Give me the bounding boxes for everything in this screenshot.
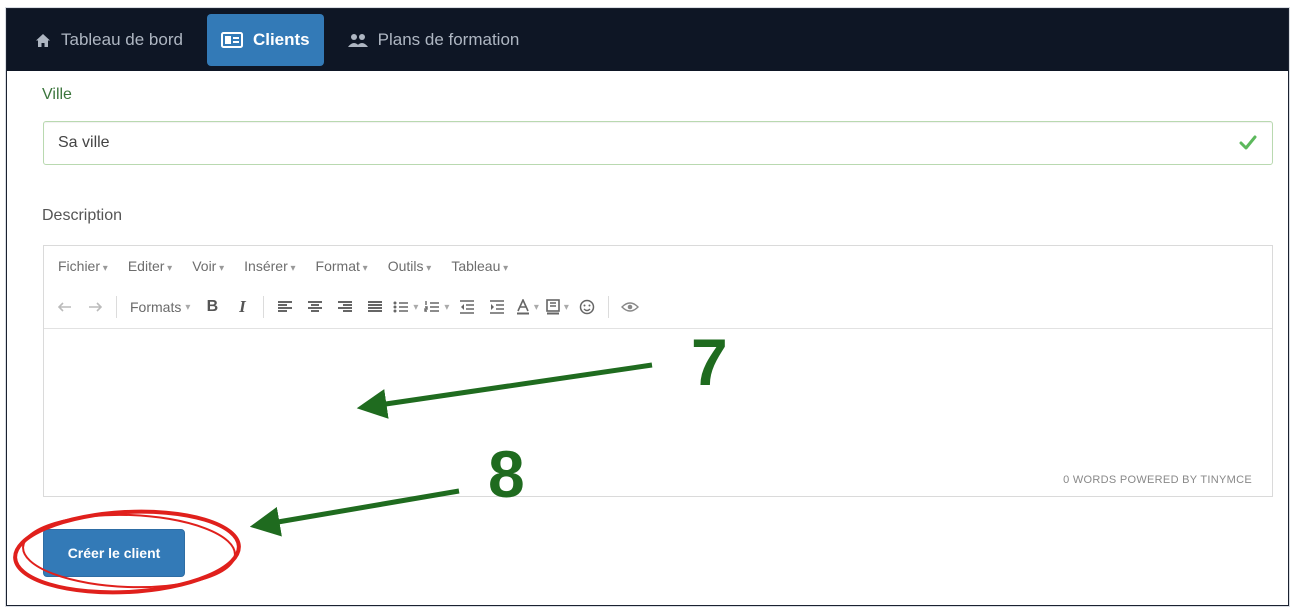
editor-menubar: Fichier Editer Voir Insérer Format Outil…	[44, 246, 1272, 286]
align-justify-button[interactable]	[363, 293, 387, 321]
numbered-list-button[interactable]	[424, 293, 449, 321]
annotation-step-8: 8	[488, 437, 525, 511]
nav-item-dashboard[interactable]: Tableau de bord	[21, 14, 197, 66]
text-color-icon	[516, 299, 529, 315]
smiley-icon	[580, 299, 595, 315]
menu-file[interactable]: Fichier	[48, 258, 118, 274]
nav-item-dashboard-label: Tableau de bord	[61, 30, 183, 49]
toolbar-separator	[116, 296, 117, 318]
align-right-icon	[338, 301, 353, 312]
menu-table[interactable]: Tableau	[441, 258, 518, 274]
id-card-icon	[220, 32, 243, 48]
indent-button[interactable]	[485, 293, 509, 321]
align-right-button[interactable]	[333, 293, 357, 321]
annotation-step-7: 7	[691, 325, 728, 399]
rich-text-editor: Fichier Editer Voir Insérer Format Outil…	[43, 245, 1273, 497]
align-left-button[interactable]	[273, 293, 297, 321]
align-center-icon	[308, 301, 323, 312]
bold-button[interactable]: B	[200, 293, 224, 321]
bullet-list-icon	[393, 301, 409, 313]
check-icon	[1239, 135, 1257, 150]
toolbar-separator	[608, 296, 610, 318]
create-client-button[interactable]: Créer le client	[43, 529, 185, 577]
nav-item-clients[interactable]: Clients	[206, 14, 324, 66]
italic-button[interactable]: I	[230, 293, 254, 321]
numbered-list-icon	[424, 301, 440, 312]
indent-icon	[490, 300, 505, 314]
menu-format[interactable]: Format	[306, 258, 378, 274]
menu-insert[interactable]: Insérer	[234, 258, 305, 274]
app-window: Tableau de bord Clients Plans de formati…	[6, 8, 1289, 606]
editor-toolbar: Formats B I	[44, 286, 1272, 329]
bullet-list-button[interactable]	[393, 293, 418, 321]
undo-button[interactable]	[53, 293, 77, 321]
redo-button[interactable]	[83, 293, 107, 321]
eye-icon	[621, 302, 640, 312]
menu-edit[interactable]: Editer	[118, 258, 182, 274]
menu-view[interactable]: Voir	[182, 258, 234, 274]
formats-dropdown[interactable]: Formats	[126, 293, 194, 321]
city-input[interactable]	[43, 121, 1273, 165]
emoticons-button[interactable]	[575, 293, 599, 321]
redo-icon	[89, 302, 102, 312]
outdent-button[interactable]	[455, 293, 479, 321]
background-color-icon	[546, 299, 560, 315]
description-label: Description	[42, 207, 123, 224]
menu-tools[interactable]: Outils	[378, 258, 442, 274]
top-navigation: Tableau de bord Clients Plans de formati…	[7, 9, 1288, 71]
background-color-button[interactable]	[545, 293, 569, 321]
home-icon	[36, 33, 50, 47]
editor-statusbar: 0 WORDS POWERED BY TINYMCE	[1063, 474, 1252, 486]
nav-item-training-plans-label: Plans de formation	[377, 30, 520, 49]
nav-item-training-plans[interactable]: Plans de formation	[334, 14, 534, 66]
toolbar-separator	[263, 296, 265, 318]
preview-button[interactable]	[618, 293, 642, 321]
editor-content-area[interactable]	[44, 330, 1272, 462]
align-left-icon	[278, 301, 293, 312]
city-label: Ville	[42, 86, 72, 103]
align-justify-icon	[368, 301, 383, 312]
outdent-icon	[460, 300, 475, 314]
undo-icon	[58, 302, 71, 312]
nav-item-clients-label: Clients	[252, 30, 310, 49]
text-color-button[interactable]	[515, 293, 539, 321]
users-icon	[347, 34, 368, 47]
align-center-button[interactable]	[303, 293, 327, 321]
